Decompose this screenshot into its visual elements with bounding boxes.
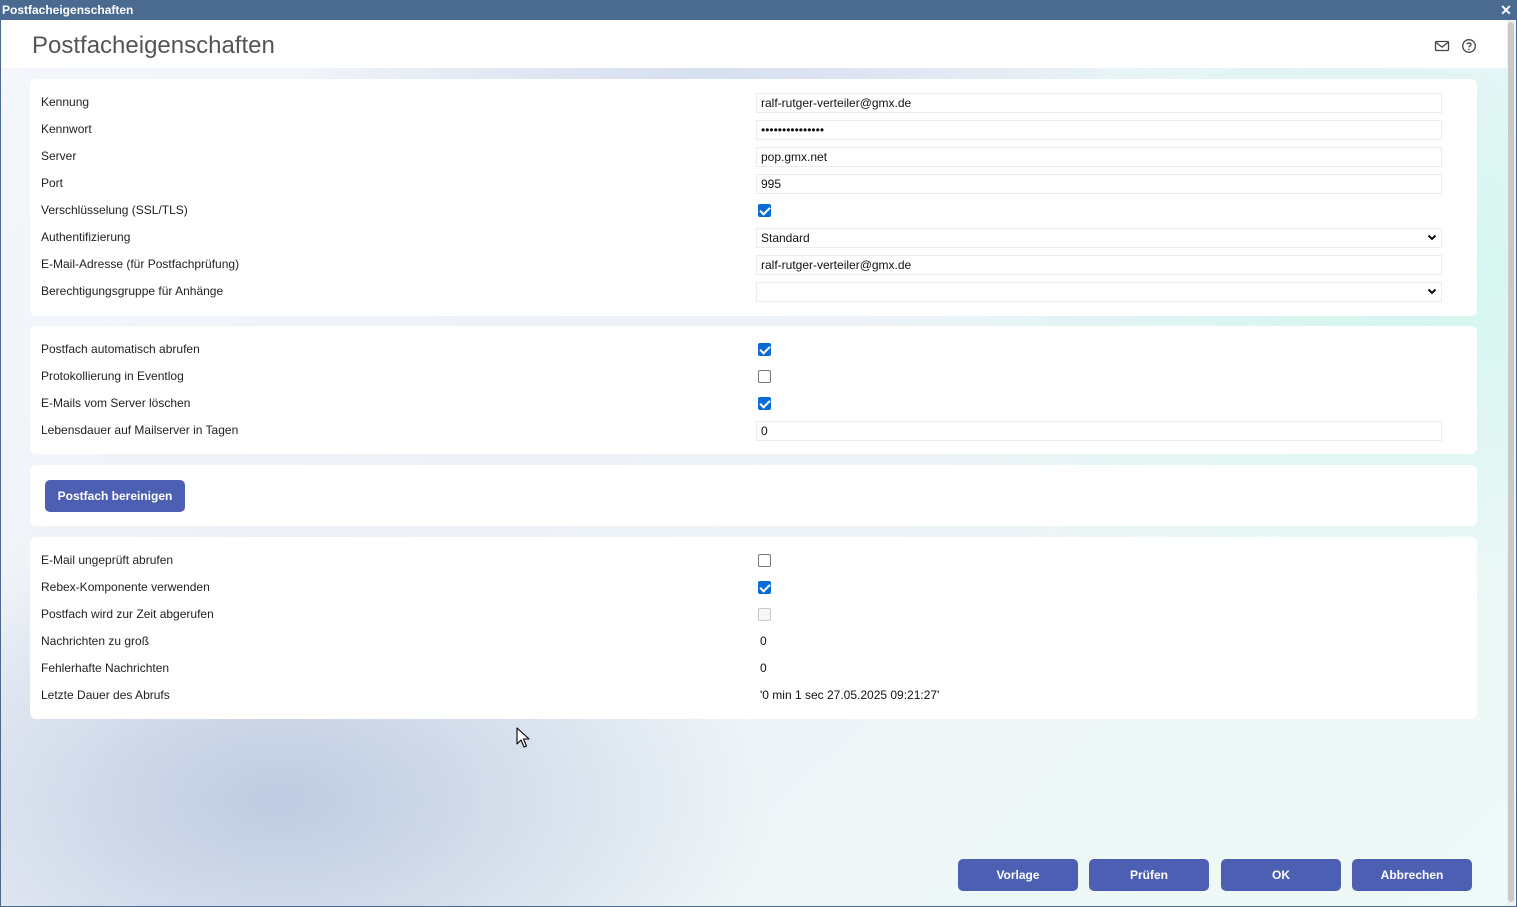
chevron-down-icon	[1427, 234, 1437, 241]
log-label: Protokollierung in Eventlog	[41, 369, 184, 383]
kennung-label: Kennung	[41, 95, 90, 109]
kennung-row: Kennung ralf-rutger-verteiler@gmx.de	[30, 89, 1477, 116]
ok-button[interactable]: OK	[1221, 859, 1341, 891]
log-row: Protokollierung in Eventlog	[30, 363, 1477, 390]
rebex-checkbox[interactable]	[758, 581, 771, 594]
delete-row: E-Mails vom Server löschen	[30, 390, 1477, 417]
delete-checkbox[interactable]	[758, 397, 771, 410]
auth-select[interactable]: Standard	[756, 228, 1442, 248]
toolarge-row: Nachrichten zu groß 0	[30, 628, 1477, 655]
ssl-checkbox[interactable]	[758, 204, 771, 217]
check-button[interactable]: Prüfen	[1089, 859, 1209, 891]
server-input[interactable]: pop.gmx.net	[756, 147, 1442, 167]
cleanup-button[interactable]: Postfach bereinigen	[45, 480, 185, 512]
status-panel: E-Mail ungeprüft abrufen Rebex-Komponent…	[30, 537, 1477, 719]
lifetime-row: Lebensdauer auf Mailserver in Tagen 0	[30, 417, 1477, 444]
lifetime-input[interactable]: 0	[756, 421, 1442, 441]
email-input[interactable]: ralf-rutger-verteiler@gmx.de	[756, 255, 1442, 275]
close-icon[interactable]: ✕	[1499, 0, 1513, 20]
cancel-button[interactable]: Abbrechen	[1352, 859, 1472, 891]
port-input[interactable]: 995	[756, 174, 1442, 194]
cleanup-panel: Postfach bereinigen	[30, 465, 1477, 526]
port-label: Port	[41, 176, 64, 190]
page-title: Postfacheigenschaften	[32, 32, 275, 59]
faulty-value: 0	[760, 661, 767, 675]
log-checkbox[interactable]	[758, 370, 771, 383]
auto-checkbox[interactable]	[758, 343, 771, 356]
dialog-header: Postfacheigenschaften	[2, 20, 1507, 68]
kennwort-row: Kennwort •••••••••••••••	[30, 116, 1477, 143]
dialog-window: Postfacheigenschaften Kennung ralf-rutge…	[0, 20, 1517, 907]
vertical-scrollbar[interactable]	[1507, 20, 1515, 906]
group-select[interactable]	[756, 282, 1442, 302]
window-title: Postfacheigenschaften	[2, 3, 134, 17]
help-icon[interactable]	[1461, 38, 1477, 54]
email-label: E-Mail-Adresse (für Postfachprüfung)	[41, 257, 240, 271]
connection-panel: Kennung ralf-rutger-verteiler@gmx.de Ken…	[30, 79, 1477, 316]
duration-row: Letzte Dauer des Abrufs '0 min 1 sec 27.…	[30, 682, 1477, 709]
chevron-down-icon	[1427, 288, 1437, 295]
mouse-cursor-icon	[516, 727, 530, 748]
server-label: Server	[41, 149, 77, 163]
server-row: Server pop.gmx.net	[30, 143, 1477, 170]
rebex-row: Rebex-Komponente verwenden	[30, 574, 1477, 601]
kennwort-input[interactable]: •••••••••••••••	[756, 120, 1442, 140]
mail-icon[interactable]	[1434, 38, 1450, 54]
scrollbar-thumb[interactable]	[1508, 22, 1514, 902]
delete-label: E-Mails vom Server löschen	[41, 396, 191, 410]
port-row: Port 995	[30, 170, 1477, 197]
group-label: Berechtigungsgruppe für Anhänge	[41, 284, 224, 298]
group-row: Berechtigungsgruppe für Anhänge	[30, 278, 1477, 305]
email-row: E-Mail-Adresse (für Postfachprüfung) ral…	[30, 251, 1477, 278]
auto-label: Postfach automatisch abrufen	[41, 342, 200, 356]
kennwort-label: Kennwort	[41, 122, 92, 136]
faulty-row: Fehlerhafte Nachrichten 0	[30, 655, 1477, 682]
busy-checkbox	[758, 608, 771, 621]
ssl-row: Verschlüsselung (SSL/TLS)	[30, 197, 1477, 224]
window-titlebar: Postfacheigenschaften ✕	[0, 0, 1517, 20]
template-button[interactable]: Vorlage	[958, 859, 1078, 891]
retrieval-panel: Postfach automatisch abrufen Protokollie…	[30, 326, 1477, 454]
unchecked-checkbox[interactable]	[758, 554, 771, 567]
toolarge-value: 0	[760, 634, 767, 648]
unchecked-label: E-Mail ungeprüft abrufen	[41, 553, 174, 567]
lifetime-label: Lebensdauer auf Mailserver in Tagen	[41, 423, 239, 437]
auto-row: Postfach automatisch abrufen	[30, 336, 1477, 363]
duration-label: Letzte Dauer des Abrufs	[41, 688, 170, 702]
auth-row: Authentifizierung Standard	[30, 224, 1477, 251]
toolarge-label: Nachrichten zu groß	[41, 634, 150, 648]
faulty-label: Fehlerhafte Nachrichten	[41, 661, 170, 675]
kennung-input[interactable]: ralf-rutger-verteiler@gmx.de	[756, 93, 1442, 113]
busy-row: Postfach wird zur Zeit abgerufen	[30, 601, 1477, 628]
auth-label: Authentifizierung	[41, 230, 131, 244]
busy-label: Postfach wird zur Zeit abgerufen	[41, 607, 214, 621]
ssl-label: Verschlüsselung (SSL/TLS)	[41, 203, 188, 217]
unchecked-row: E-Mail ungeprüft abrufen	[30, 547, 1477, 574]
rebex-label: Rebex-Komponente verwenden	[41, 580, 210, 594]
auth-select-value: Standard	[761, 231, 810, 245]
duration-value: '0 min 1 sec 27.05.2025 09:21:27'	[760, 688, 940, 702]
